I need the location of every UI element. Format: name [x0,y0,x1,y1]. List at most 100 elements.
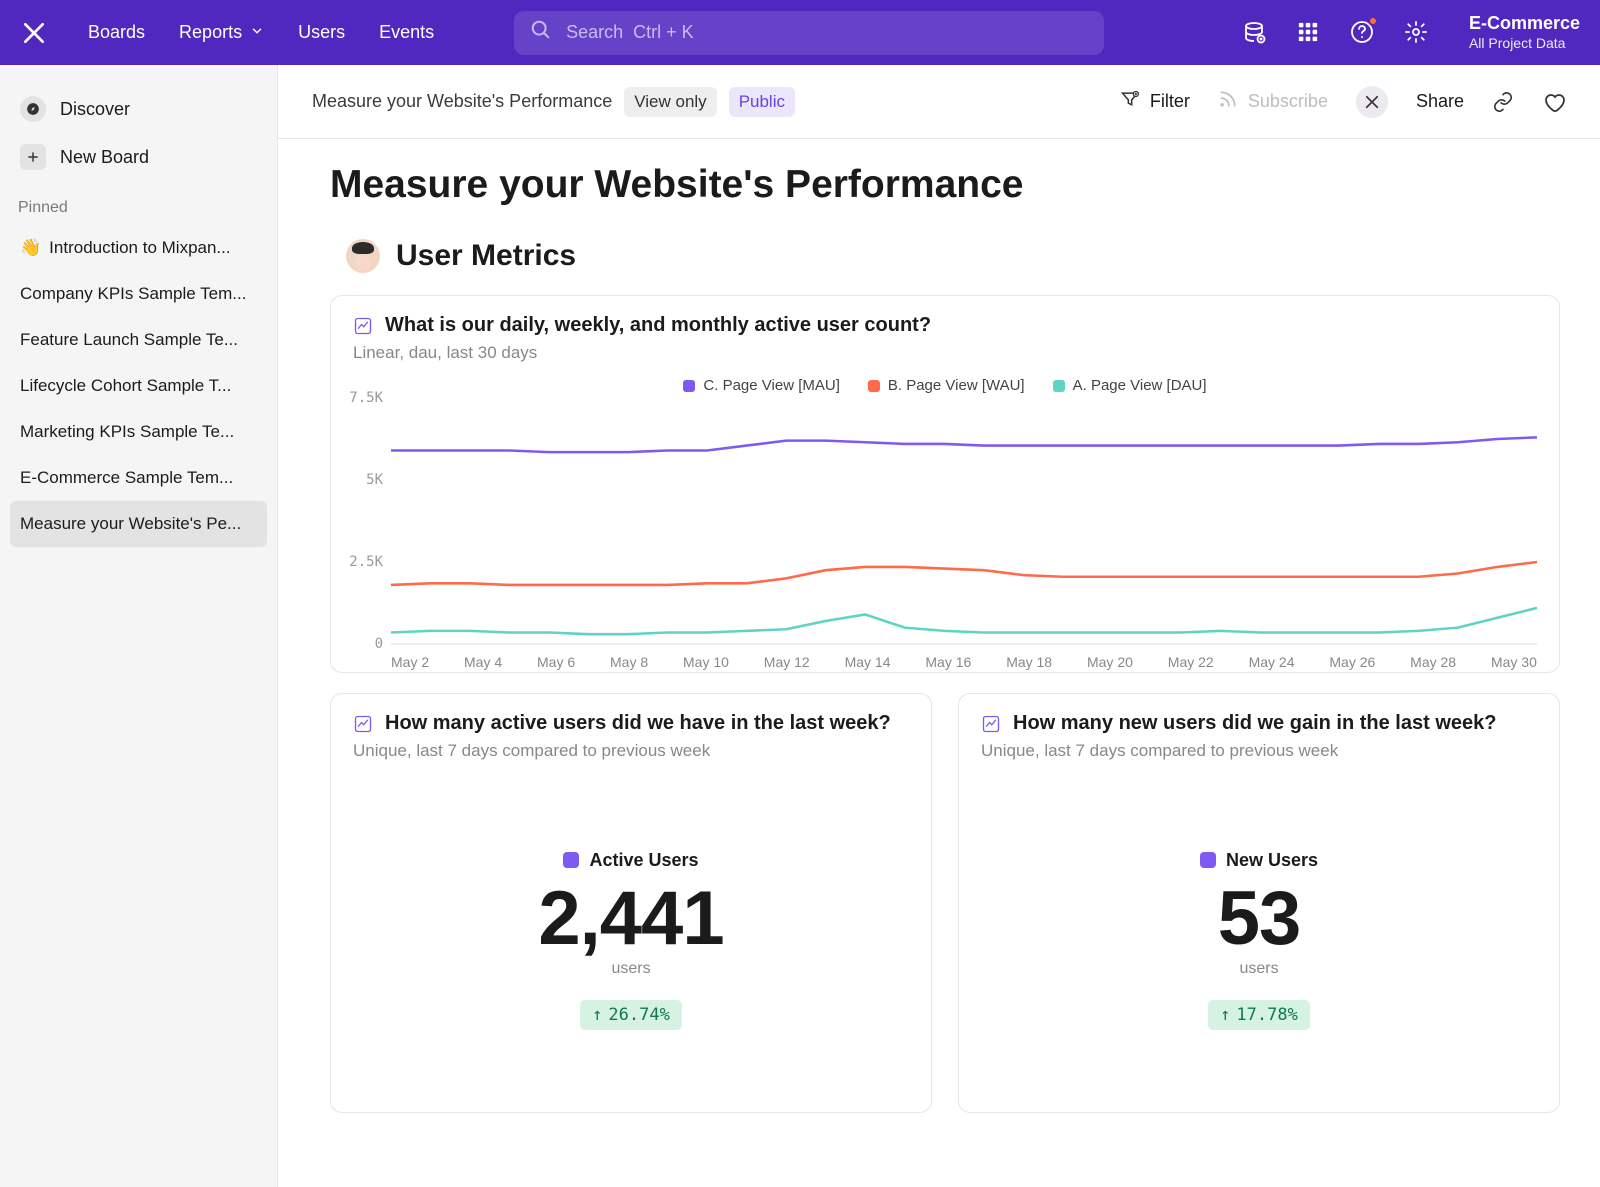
pinned-item-label: Feature Launch Sample Te... [20,330,238,350]
filter-button[interactable]: Filter [1120,89,1190,114]
pinned-item-label: Marketing KPIs Sample Te... [20,422,234,442]
section-user-metrics: User Metrics [346,239,1560,273]
stat-label: New Users [1226,850,1318,871]
pinned-list: 👋Introduction to Mixpan... Company KPIs S… [10,225,267,547]
heart-icon[interactable] [1542,90,1566,114]
chart-legend: C. Page View [MAU] B. Page View [WAU] A.… [331,369,1559,398]
legend-mau[interactable]: C. Page View [MAU] [683,377,839,394]
nav-boards[interactable]: Boards [88,22,145,43]
sidebar-pinned-item[interactable]: E-Commerce Sample Tem... [10,455,267,501]
sidebar-pinned-item[interactable]: Lifecycle Cohort Sample T... [10,363,267,409]
active-users-stat-card[interactable]: How many active users did we have in the… [330,693,932,1113]
active-user-chart-card[interactable]: What is our daily, weekly, and monthly a… [330,295,1560,673]
data-icon[interactable] [1241,19,1267,45]
x-tick-label: May 16 [925,654,971,670]
board-actions: Filter Subscribe Share [1120,86,1566,118]
plus-icon [20,144,46,170]
search-bar[interactable] [514,11,1104,55]
primary-nav: Boards Reports Users Events [88,22,434,43]
y-axis: 02.5K5K7.5K [337,398,389,644]
link-icon[interactable] [1492,91,1514,113]
y-tick-label: 0 [375,636,383,652]
sidebar-discover[interactable]: Discover [10,85,267,133]
sidebar-pinned-item[interactable]: Feature Launch Sample Te... [10,317,267,363]
legend-dau[interactable]: A. Page View [DAU] [1053,377,1207,394]
chart-title: What is our daily, weekly, and monthly a… [385,314,931,337]
pin-emoji-icon: 👋 [20,238,41,258]
chart-card-head: What is our daily, weekly, and monthly a… [331,296,1559,369]
pinned-item-label: Measure your Website's Pe... [20,514,241,534]
legend-wau[interactable]: B. Page View [WAU] [868,377,1025,394]
person-emoji-icon [346,239,380,273]
subscribe-label: Subscribe [1248,91,1328,112]
x-tick-label: May 24 [1249,654,1295,670]
nav-reports[interactable]: Reports [179,22,264,43]
section-title: User Metrics [396,239,576,273]
app-logo[interactable] [20,19,48,47]
sidebar-new-board-label: New Board [60,147,149,168]
apps-icon[interactable] [1295,19,1321,45]
legend-mau-label: C. Page View [MAU] [703,377,839,394]
subscribe-button[interactable]: Subscribe [1218,89,1328,114]
nav-events[interactable]: Events [379,22,434,43]
chart-line [391,562,1537,585]
x-tick-label: May 10 [683,654,729,670]
chart-line [391,608,1537,634]
pinned-item-label: Lifecycle Cohort Sample T... [20,376,231,396]
stat-row: How many active users did we have in the… [330,693,1560,1113]
main: Measure your Website's Performance View … [278,65,1600,1187]
public-badge[interactable]: Public [729,87,795,117]
search-icon [530,19,552,46]
sidebar-pinned-item[interactable]: Marketing KPIs Sample Te... [10,409,267,455]
arrow-up-icon: ↑ [1220,1005,1230,1025]
workspace-switcher[interactable]: E-Commerce All Project Data [1469,13,1580,51]
share-label: Share [1416,91,1464,112]
chevron-down-icon [250,22,264,43]
x-tick-label: May 8 [610,654,648,670]
sidebar: Discover New Board Pinned 👋Introduction … [0,65,278,1187]
arrow-up-icon: ↑ [592,1005,602,1025]
x-axis: May 2May 4May 6May 8May 10May 12May 14Ma… [391,654,1537,670]
stat-delta: ↑ 26.74% [580,1000,682,1030]
y-tick-label: 5K [366,472,383,488]
x-tick-label: May 22 [1168,654,1214,670]
stat-value: 2,441 [538,875,723,962]
nav-events-label: Events [379,22,434,43]
line-chart-icon [981,714,1001,734]
delta-value: 26.74% [608,1005,669,1025]
mixpanel-logo-icon[interactable] [1356,86,1388,118]
settings-icon[interactable] [1403,19,1429,45]
help-icon[interactable] [1349,19,1375,45]
compass-icon [20,96,46,122]
chart-plot [391,398,1537,644]
share-button[interactable]: Share [1416,91,1464,112]
line-chart-icon [353,316,373,336]
sidebar-pinned-item[interactable]: Measure your Website's Pe... [10,501,267,547]
legend-dau-label: A. Page View [DAU] [1073,377,1207,394]
workspace-name: E-Commerce [1469,13,1580,35]
x-tick-label: May 30 [1491,654,1537,670]
stat-title: How many new users did we gain in the la… [1013,712,1496,735]
nav-users[interactable]: Users [298,22,345,43]
sidebar-pinned-item[interactable]: Company KPIs Sample Tem... [10,271,267,317]
stat-title: How many active users did we have in the… [385,712,891,735]
x-tick-label: May 26 [1329,654,1375,670]
new-users-stat-card[interactable]: How many new users did we gain in the la… [958,693,1560,1113]
page-title: Measure your Website's Performance [330,163,1560,207]
sidebar-discover-label: Discover [60,99,130,120]
view-mode-badge: View only [624,87,716,117]
swatch-icon [868,380,880,392]
sidebar-new-board[interactable]: New Board [10,133,267,181]
x-tick-label: May 2 [391,654,429,670]
search-input[interactable] [566,22,798,43]
stat-delta: ↑17.78% [1208,1000,1310,1030]
x-tick-label: May 12 [764,654,810,670]
sidebar-pinned-item[interactable]: 👋Introduction to Mixpan... [10,225,267,271]
notification-dot [1368,16,1378,26]
swatch-icon [1200,852,1216,868]
board-scroll[interactable]: Measure your Website's Performance User … [278,139,1600,1187]
pinned-item-label: Company KPIs Sample Tem... [20,284,246,304]
breadcrumb: Measure your Website's Performance [312,91,612,112]
stat-subtitle: Unique, last 7 days compared to previous… [353,741,909,761]
stat-body: New Users 53 users ↑17.78% [959,767,1559,1112]
